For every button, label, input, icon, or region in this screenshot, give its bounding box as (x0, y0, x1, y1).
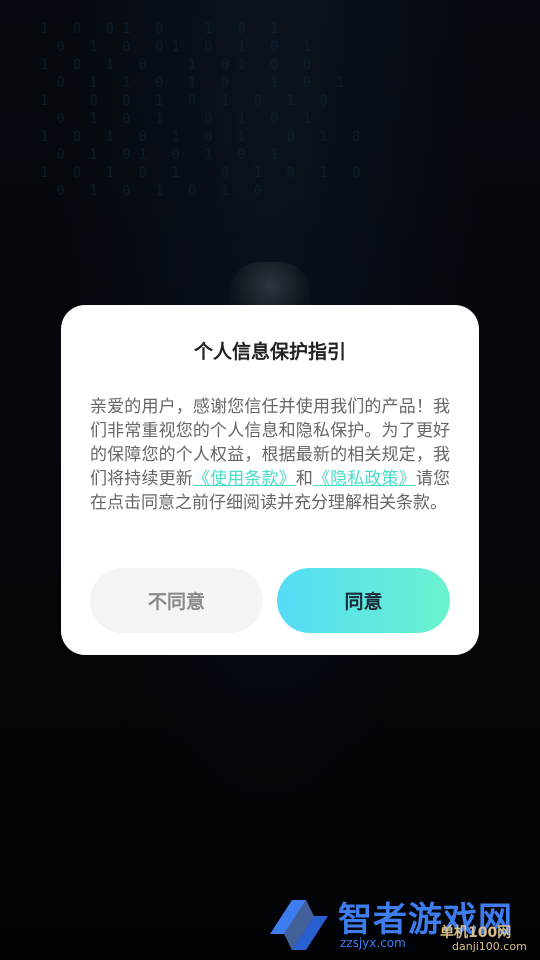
watermark-domain: zzsjyx.com (340, 936, 406, 950)
disagree-button[interactable]: 不同意 (90, 568, 263, 633)
watermark-logo-icon (270, 900, 328, 950)
watermark: 智者游戏网 zzsjyx.com 单机100网 danji100.com (262, 892, 540, 960)
terms-link[interactable]: 《使用条款》 (193, 469, 296, 489)
watermark-partner-domain: danji100.com (452, 940, 527, 953)
dialog-body: 亲爱的用户，感谢您信任并使用我们的产品！我们非常重视您的个人信息和隐私保护。为了… (90, 395, 450, 515)
privacy-dialog: 个人信息保护指引 亲爱的用户，感谢您信任并使用我们的产品！我们非常重视您的个人信… (61, 305, 479, 655)
dialog-title: 个人信息保护指引 (193, 341, 346, 363)
agree-button[interactable]: 同意 (277, 568, 450, 633)
privacy-policy-link[interactable]: 《隐私政策》 (313, 469, 416, 489)
watermark-partner: 单机100网 (440, 925, 512, 941)
body-and-text: 和 (295, 469, 313, 489)
